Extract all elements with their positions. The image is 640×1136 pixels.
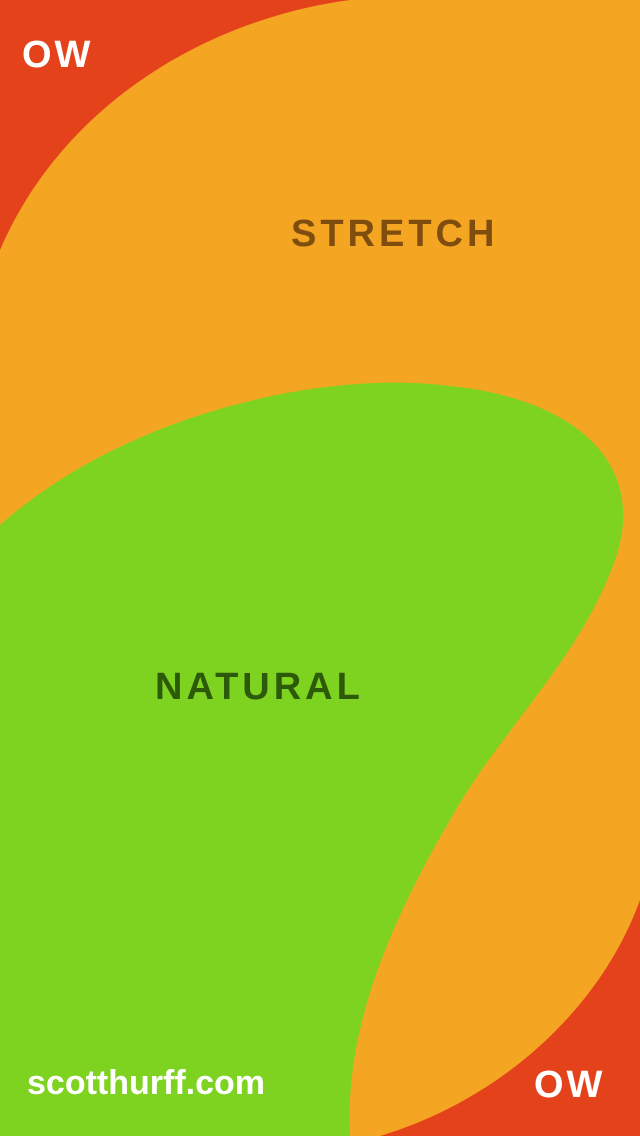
website-link[interactable]: scotthurff.com — [27, 1064, 265, 1103]
logo-top: OW — [22, 34, 94, 76]
screen: OW STRETCH NATURAL scotthurff.com OW — [0, 0, 640, 1136]
background-shapes — [0, 0, 640, 1136]
logo-bottom: OW — [534, 1064, 606, 1106]
stretch-label: STRETCH — [291, 213, 499, 255]
natural-label: NATURAL — [155, 666, 364, 708]
